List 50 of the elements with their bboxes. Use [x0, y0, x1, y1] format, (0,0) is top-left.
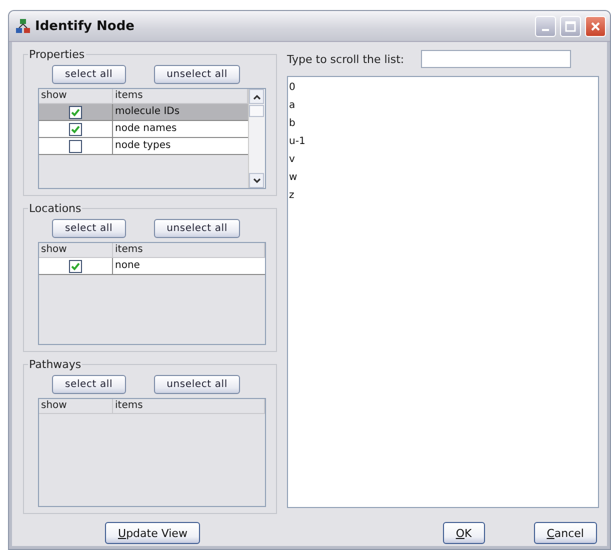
column-header[interactable]: show [39, 89, 113, 103]
table-row[interactable]: none [39, 258, 265, 275]
table-row[interactable]: molecule IDs [39, 104, 248, 121]
select-button[interactable]: select all [52, 65, 126, 84]
select-button[interactable]: unselect all [154, 219, 240, 238]
caret-up-icon [252, 94, 260, 100]
table-row[interactable]: node types [39, 138, 248, 155]
window-title: Identify Node [35, 18, 136, 34]
select-button[interactable]: unselect all [154, 65, 240, 84]
scrollbar[interactable] [248, 89, 265, 188]
table-cell-text: none [114, 259, 141, 273]
scroll-up-button[interactable] [249, 89, 264, 104]
group-title: Pathways [28, 358, 82, 371]
scroll-down-button[interactable] [249, 173, 264, 188]
maximize-icon [565, 20, 576, 32]
list-item[interactable]: b [289, 115, 597, 133]
checkbox[interactable] [69, 106, 82, 118]
table-cell-text: node names [114, 122, 178, 136]
list-item[interactable]: u-1 [289, 133, 597, 151]
table-row[interactable]: node names [39, 121, 248, 138]
network-icon [15, 18, 31, 34]
dialog-button[interactable]: Cancel [534, 522, 597, 544]
column-header[interactable]: show [39, 243, 113, 257]
checkbox[interactable] [69, 140, 82, 152]
checkbox[interactable] [69, 260, 82, 272]
list-item[interactable]: z [289, 187, 597, 205]
dialog-button[interactable]: OK [442, 522, 485, 544]
table-cell-text: node types [114, 139, 172, 153]
group-title: Locations [28, 202, 82, 215]
select-button[interactable]: select all [52, 219, 126, 238]
select-button[interactable]: select all [52, 375, 126, 394]
list-item[interactable]: a [289, 97, 597, 115]
update-view-button[interactable]: Update View [105, 522, 200, 544]
search-label: Type to scroll the list: [287, 52, 404, 66]
select-button[interactable]: unselect all [154, 375, 240, 394]
close-button[interactable] [585, 16, 606, 36]
search-field[interactable] [421, 50, 572, 68]
scroll-thumb[interactable] [249, 105, 264, 117]
list-item[interactable]: 0 [289, 79, 597, 97]
list-item[interactable]: w [289, 169, 597, 187]
list-item[interactable]: v [289, 151, 597, 169]
column-header[interactable]: items [113, 243, 265, 257]
table-cell-text: molecule IDs [114, 105, 181, 119]
group-title: Properties [28, 48, 86, 61]
minimize-icon [542, 29, 549, 31]
caret-down-icon [252, 178, 260, 184]
column-header[interactable]: items [113, 399, 265, 413]
close-icon [590, 20, 601, 32]
checkbox[interactable] [69, 122, 82, 136]
column-header[interactable]: show [39, 399, 113, 413]
